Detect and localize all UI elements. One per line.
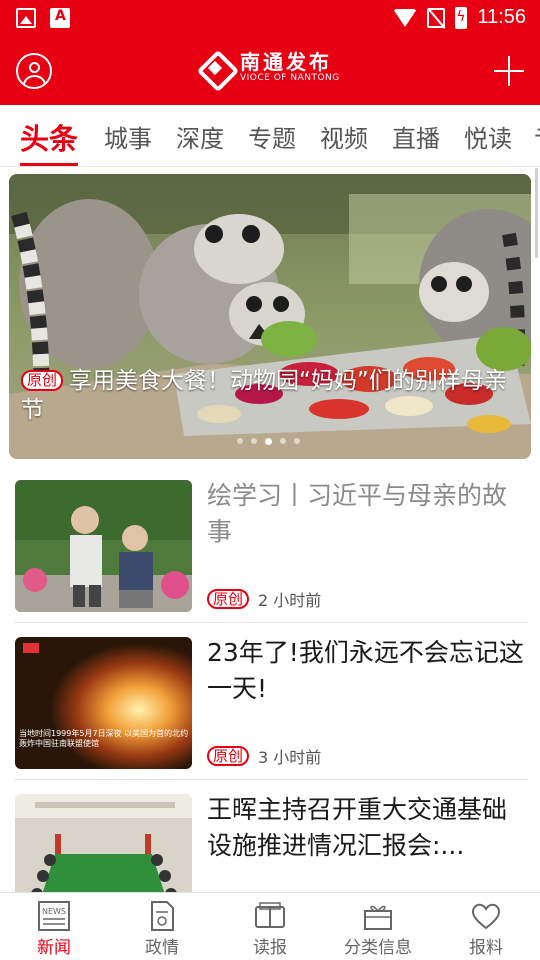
newspaper-icon bbox=[255, 902, 285, 928]
app-logo: 南通发布 VIOCE OF NANTONG bbox=[200, 51, 340, 84]
nav-politics[interactable]: 政情 bbox=[108, 893, 216, 960]
nav-news[interactable]: NEWS 新闻 bbox=[0, 893, 108, 960]
tab-city[interactable]: 城事 bbox=[104, 119, 152, 154]
list-item[interactable]: 绘学习丨习近平与母亲的故事 原创 2 小时前 bbox=[0, 466, 540, 623]
tab-reading[interactable]: 悦读 bbox=[464, 119, 512, 154]
nav-label: 分类信息 bbox=[344, 938, 412, 958]
carousel-indicator bbox=[237, 438, 300, 445]
nav-newspaper[interactable]: 读报 bbox=[216, 893, 324, 960]
list-item[interactable]: 当地时间1999年5月7日深夜 以美国为首的北约 轰炸中国驻南联盟使馆 23年了… bbox=[0, 623, 540, 780]
tab-live[interactable]: 直播 bbox=[392, 119, 440, 154]
battery-charging-icon bbox=[455, 6, 468, 29]
nav-label: 报料 bbox=[469, 938, 503, 958]
nav-label: 政情 bbox=[145, 938, 179, 958]
hero-title[interactable]: 原创 享用美食大餐！动物园“妈妈”们的别样母亲节 bbox=[21, 367, 527, 425]
article-title[interactable]: 23年了!我们永远不会忘记这一天! bbox=[207, 635, 525, 707]
article-meta: 原创 3 小时前 bbox=[207, 744, 321, 768]
wifi-icon bbox=[393, 8, 418, 27]
scrollbar[interactable] bbox=[535, 168, 538, 258]
nav-classified[interactable]: 分类信息 bbox=[324, 893, 432, 960]
document-icon bbox=[151, 901, 174, 931]
article-meta: 原创 2 小时前 bbox=[207, 587, 321, 611]
tab-video[interactable]: 视频 bbox=[320, 119, 368, 154]
tab-headlines[interactable]: 头条 bbox=[20, 116, 78, 158]
tab-depth[interactable]: 深度 bbox=[176, 119, 224, 154]
gift-icon bbox=[364, 905, 392, 930]
category-tabs: 头条 城事 深度 专题 视频 直播 悦读 亍 bbox=[0, 105, 540, 167]
tab-more[interactable]: 亍 bbox=[534, 119, 540, 154]
tab-topics[interactable]: 专题 bbox=[248, 119, 296, 154]
original-badge: 原创 bbox=[207, 589, 250, 609]
carousel-dot[interactable] bbox=[294, 438, 300, 444]
user-icon[interactable] bbox=[16, 53, 52, 89]
status-bar: A 11:56 bbox=[0, 0, 540, 38]
hero-banner[interactable]: 原创 享用美食大餐！动物园“妈妈”们的别样母亲节 bbox=[9, 174, 531, 459]
bottom-nav: NEWS 新闻 政情 读报 分类信息 报料 bbox=[0, 892, 540, 960]
a-app-icon: A bbox=[50, 8, 70, 28]
carousel-dot[interactable] bbox=[280, 438, 286, 444]
original-badge: 原创 bbox=[21, 370, 64, 391]
news-icon: NEWS bbox=[38, 901, 70, 931]
article-title[interactable]: 王晖主持召开重大交通基础设施推进情况汇报会:... bbox=[207, 792, 525, 864]
nav-report[interactable]: 报料 bbox=[432, 893, 540, 960]
article-thumbnail bbox=[15, 480, 192, 612]
active-tab-indicator bbox=[20, 163, 78, 166]
plus-icon[interactable] bbox=[494, 56, 524, 86]
status-time: 11:56 bbox=[477, 6, 526, 28]
logo-title: 南通发布 bbox=[240, 50, 332, 74]
app-screen: A 11:56 南通发布 VIOCE OF NANTONG 头条 城事 深度 专… bbox=[0, 0, 540, 960]
article-thumbnail: 当地时间1999年5月7日深夜 以美国为首的北约 轰炸中国驻南联盟使馆 bbox=[15, 637, 192, 769]
carousel-dot[interactable] bbox=[237, 438, 243, 444]
heart-icon bbox=[471, 903, 501, 930]
app-header: 南通发布 VIOCE OF NANTONG bbox=[0, 38, 540, 105]
article-title[interactable]: 绘学习丨习近平与母亲的故事 bbox=[207, 478, 525, 550]
article-list: 绘学习丨习近平与母亲的故事 原创 2 小时前 当地时间1999年5月7日深夜 以… bbox=[0, 466, 540, 937]
article-time: 2 小时前 bbox=[258, 591, 322, 610]
no-sim-icon bbox=[427, 7, 446, 28]
article-time: 3 小时前 bbox=[258, 748, 322, 767]
image-icon bbox=[16, 8, 36, 28]
carousel-dot[interactable] bbox=[251, 438, 257, 444]
nav-label: 新闻 bbox=[37, 938, 71, 958]
thumbnail-caption: 当地时间1999年5月7日深夜 以美国为首的北约 轰炸中国驻南联盟使馆 bbox=[19, 729, 189, 748]
nav-label: 读报 bbox=[253, 938, 287, 958]
original-badge: 原创 bbox=[207, 746, 250, 766]
logo-subtitle: VIOCE OF NANTONG bbox=[240, 73, 340, 83]
hero-title-text: 享用美食大餐！动物园“妈妈”们的别样母亲节 bbox=[21, 368, 507, 423]
svg-text:NEWS: NEWS bbox=[42, 907, 66, 916]
carousel-dot-active[interactable] bbox=[265, 438, 272, 445]
logo-mark-icon bbox=[200, 53, 230, 83]
